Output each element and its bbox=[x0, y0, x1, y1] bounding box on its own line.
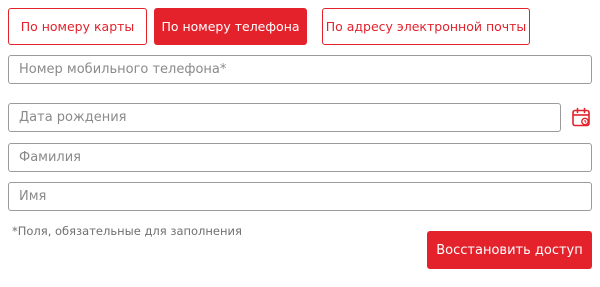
restore-access-button-label: Восстановить доступ bbox=[436, 242, 583, 258]
first-name-input[interactable] bbox=[8, 182, 592, 211]
calendar-icon[interactable] bbox=[571, 107, 592, 128]
birth-date-input[interactable] bbox=[8, 103, 561, 132]
restore-access-form: По номеру карты По номеру телефона По ад… bbox=[0, 0, 600, 287]
required-fields-note: *Поля, обязательные для заполнения bbox=[12, 224, 242, 238]
tab-by-email-label: По адресу электронной почты bbox=[325, 19, 527, 34]
tab-by-card-label: По номеру карты bbox=[20, 19, 135, 34]
tab-by-phone[interactable]: По номеру телефона bbox=[154, 8, 307, 45]
tab-by-email[interactable]: По адресу электронной почты bbox=[322, 8, 530, 45]
tab-by-phone-label: По номеру телефона bbox=[161, 19, 300, 34]
tab-by-card[interactable]: По номеру карты bbox=[8, 8, 147, 45]
phone-input[interactable] bbox=[8, 55, 592, 84]
restore-access-button[interactable]: Восстановить доступ bbox=[427, 231, 592, 269]
last-name-input[interactable] bbox=[8, 143, 592, 172]
